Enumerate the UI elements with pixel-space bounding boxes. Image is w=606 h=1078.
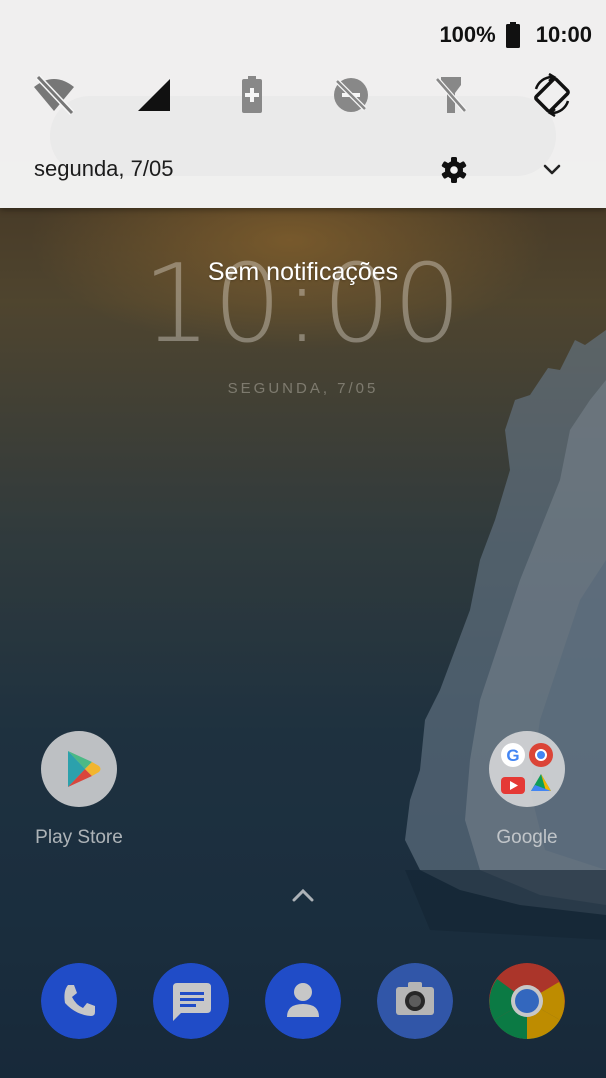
battery-saver-icon [242,76,262,113]
svg-text:G: G [506,746,519,765]
cellular-signal-icon [138,79,170,111]
tile-battery-saver[interactable] [227,70,277,120]
messages-icon[interactable] [153,963,229,1039]
flashlight-off-icon [435,77,467,113]
chrome-icon[interactable] [489,963,565,1039]
wifi-off-icon [34,75,75,115]
google-folder-icon: G [489,731,565,807]
quick-settings-panel: 100% 10:00 segunda, 7/05 [0,0,606,208]
no-notifications-text: Sem notificações [207,258,399,286]
auto-rotate-icon [534,73,570,117]
tile-flashlight[interactable] [426,70,476,120]
app-play-store[interactable]: Play Store [19,731,139,849]
battery-full-icon [505,22,520,48]
status-bar: 100% 10:00 [439,20,592,50]
tile-wifi[interactable] [29,70,79,120]
app-google-folder[interactable]: G Google [467,731,587,849]
gear-icon[interactable] [440,156,468,184]
app-label: Google [496,827,558,848]
do-not-disturb-off-icon [334,78,368,112]
chevron-down-icon[interactable] [540,158,564,182]
status-time: 10:00 [535,22,592,47]
play-store-icon [41,731,117,807]
phone-icon[interactable] [41,963,117,1039]
tile-do-not-disturb[interactable] [326,70,376,120]
camera-icon[interactable] [377,963,453,1039]
quick-settings-tiles [0,70,606,120]
tile-mobile-data[interactable] [129,70,179,120]
tile-auto-rotate[interactable] [527,70,577,120]
app-label: Play Store [35,827,123,848]
home-date: SEGUNDA, 7/05 [227,380,379,397]
contacts-icon[interactable] [265,963,341,1039]
battery-percent: 100% [439,22,496,47]
chevron-up-icon[interactable] [290,885,316,905]
shade-date: segunda, 7/05 [34,156,174,181]
